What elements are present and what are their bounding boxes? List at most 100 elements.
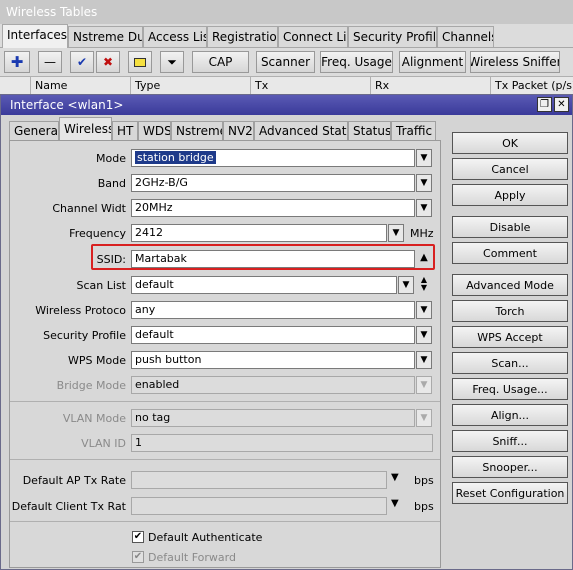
channel-width-label: Channel Widt <box>52 202 126 215</box>
tab-access-list[interactable]: Access List <box>143 26 207 47</box>
frequency-dropdown-icon[interactable]: ▼ <box>388 224 404 242</box>
frequency-select[interactable]: 2412 <box>131 224 387 242</box>
tab-nv2[interactable]: NV2 <box>223 121 254 140</box>
default-ap-tx-rate-input[interactable] <box>131 471 387 489</box>
wps-accept-button[interactable]: WPS Accept <box>452 326 568 348</box>
filter-icon[interactable]: ⏷ <box>160 51 184 73</box>
comment-button[interactable]: Comment <box>452 242 568 264</box>
divider <box>10 521 440 522</box>
freq-usage-dialog-button[interactable]: Freq. Usage... <box>452 378 568 400</box>
tab-ht[interactable]: HT <box>112 121 138 140</box>
default-ap-tx-rate-label: Default AP Tx Rate <box>22 474 126 487</box>
wireless-protocol-select[interactable]: any <box>131 301 415 319</box>
security-profile-label: Security Profile <box>43 329 126 342</box>
default-forward-checkbox: ✔ <box>132 551 144 563</box>
cap-button[interactable]: CAP <box>192 51 249 73</box>
vlan-mode-dropdown-icon: ▼ <box>416 409 432 427</box>
dialog-tab-bar: General Wireless HT WDS Nstreme NV2 Adva… <box>1 117 441 141</box>
tab-connect-list[interactable]: Connect List <box>278 26 348 47</box>
band-label: Band <box>97 177 126 190</box>
tab-interfaces[interactable]: Interfaces <box>2 24 68 48</box>
column-name[interactable]: Name <box>30 77 130 95</box>
band-select[interactable]: 2GHz-B/G <box>131 174 415 192</box>
tab-channels[interactable]: Channels <box>437 26 494 47</box>
tab-wds[interactable]: WDS <box>138 121 171 140</box>
interface-dialog: Interface <wlan1> ❐ ✕ General Wireless H… <box>0 94 573 570</box>
wps-mode-label: WPS Mode <box>68 354 126 367</box>
default-client-tx-rate-dropdown-icon[interactable]: ▼ <box>391 498 399 509</box>
frequency-label: Frequency <box>69 227 126 240</box>
cancel-button[interactable]: Cancel <box>452 158 568 180</box>
reset-configuration-button[interactable]: Reset Configuration <box>452 482 568 504</box>
disable-x-icon[interactable]: ✖ <box>96 51 120 73</box>
wireless-protocol-label: Wireless Protoco <box>35 304 126 317</box>
scan-list-select[interactable]: default <box>131 276 397 294</box>
snooper-button[interactable]: Snooper... <box>452 456 568 478</box>
ssid-highlight-box <box>91 244 435 270</box>
torch-button[interactable]: Torch <box>452 300 568 322</box>
tab-nstreme[interactable]: Nstreme <box>171 121 223 140</box>
bridge-mode-select: enabled <box>131 376 415 394</box>
security-profile-select[interactable]: default <box>131 326 415 344</box>
tab-security-profiles[interactable]: Security Profiles <box>348 26 437 47</box>
wireless-settings-panel: Mode station bridge ▼ Band 2GHz-B/G ▼ Ch… <box>9 140 441 568</box>
mode-value: station bridge <box>135 151 216 164</box>
mode-select[interactable]: station bridge <box>131 149 415 167</box>
tab-advanced-status[interactable]: Advanced Status <box>254 121 348 140</box>
apply-button[interactable]: Apply <box>452 184 568 206</box>
tab-status[interactable]: Status <box>348 121 391 140</box>
ok-button[interactable]: OK <box>452 132 568 154</box>
default-client-tx-rate-input[interactable] <box>131 497 387 515</box>
alignment-button[interactable]: Alignment <box>399 51 466 73</box>
tab-general[interactable]: General <box>9 121 59 140</box>
default-authenticate-checkbox[interactable]: ✔ <box>132 531 144 543</box>
default-client-tx-rate-label: Default Client Tx Rat <box>11 500 126 513</box>
dialog-title: Interface <wlan1> ❐ ✕ <box>1 95 572 115</box>
scan-button[interactable]: Scan... <box>452 352 568 374</box>
scan-list-updown-icon[interactable]: ▲ ▼ <box>416 276 432 294</box>
align-button[interactable]: Align... <box>452 404 568 426</box>
add-icon[interactable]: ✚ <box>4 51 30 73</box>
scanner-button[interactable]: Scanner <box>256 51 315 73</box>
column-tx-packet[interactable]: Tx Packet (p/s) <box>490 77 573 95</box>
remove-icon[interactable]: — <box>38 51 62 73</box>
frequency-unit: MHz <box>410 227 434 240</box>
vlan-mode-label: VLAN Mode <box>62 412 126 425</box>
window-title: Wireless Tables <box>0 0 573 24</box>
wps-mode-dropdown-icon[interactable]: ▼ <box>416 351 432 369</box>
wireless-sniffer-button[interactable]: Wireless Sniffer <box>470 51 560 73</box>
tab-registration[interactable]: Registration <box>207 26 278 47</box>
wps-mode-select[interactable]: push button <box>131 351 415 369</box>
column-rx[interactable]: Rx <box>370 77 490 95</box>
divider <box>10 401 440 402</box>
bridge-mode-label: Bridge Mode <box>56 379 126 392</box>
tab-nstreme-dual[interactable]: Nstreme Dual <box>68 26 143 47</box>
vlan-id-input: 1 <box>131 434 433 452</box>
comment-note-icon[interactable] <box>128 51 152 73</box>
close-icon[interactable]: ✕ <box>554 97 569 112</box>
sniff-button[interactable]: Sniff... <box>452 430 568 452</box>
dialog-title-text: Interface <wlan1> <box>10 98 124 112</box>
column-tx[interactable]: Tx <box>250 77 370 95</box>
enable-check-icon[interactable]: ✔ <box>70 51 94 73</box>
vlan-id-label: VLAN ID <box>81 437 126 450</box>
freq-usage-button[interactable]: Freq. Usage <box>320 51 393 73</box>
scan-list-label: Scan List <box>76 279 126 292</box>
restore-icon[interactable]: ❐ <box>537 97 552 112</box>
scan-list-dropdown-icon[interactable]: ▼ <box>398 276 414 294</box>
security-profile-dropdown-icon[interactable]: ▼ <box>416 326 432 344</box>
tab-traffic[interactable]: Traffic <box>391 121 436 140</box>
mode-dropdown-icon[interactable]: ▼ <box>416 149 432 167</box>
tab-wireless[interactable]: Wireless <box>59 117 112 141</box>
default-ap-tx-rate-dropdown-icon[interactable]: ▼ <box>391 472 399 483</box>
default-forward-label: Default Forward <box>148 551 236 564</box>
advanced-mode-button[interactable]: Advanced Mode <box>452 274 568 296</box>
mode-label: Mode <box>96 152 126 165</box>
vlan-mode-select: no tag <box>131 409 415 427</box>
channel-width-dropdown-icon[interactable]: ▼ <box>416 199 432 217</box>
disable-button[interactable]: Disable <box>452 216 568 238</box>
channel-width-select[interactable]: 20MHz <box>131 199 415 217</box>
band-dropdown-icon[interactable]: ▼ <box>416 174 432 192</box>
column-type[interactable]: Type <box>130 77 250 95</box>
wireless-protocol-dropdown-icon[interactable]: ▼ <box>416 301 432 319</box>
